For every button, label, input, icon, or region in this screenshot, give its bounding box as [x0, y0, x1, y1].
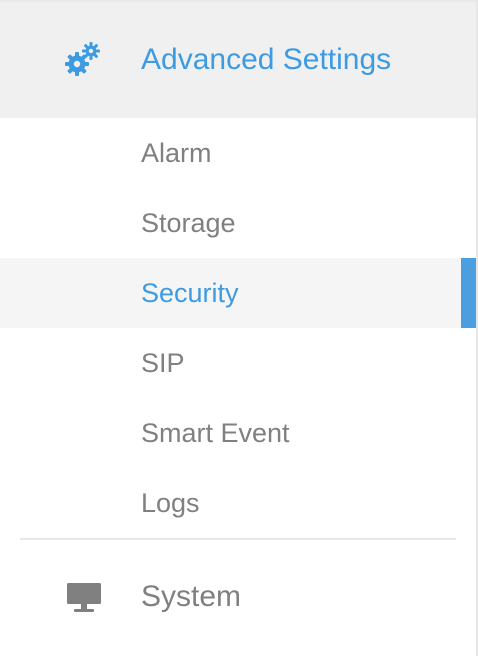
- submenu-item-logs[interactable]: Logs: [0, 468, 476, 538]
- nav-section-advanced-settings[interactable]: Advanced Settings: [0, 2, 476, 118]
- submenu-item-label: Smart Event: [141, 418, 290, 448]
- submenu-item-label: Alarm: [141, 138, 212, 168]
- active-indicator: [461, 258, 476, 328]
- submenu-item-label: Logs: [141, 488, 200, 518]
- submenu-item-security[interactable]: Security: [0, 258, 476, 328]
- nav-section-label: System: [141, 580, 242, 613]
- nav-section-system[interactable]: System: [0, 540, 476, 656]
- submenu-item-storage[interactable]: Storage: [0, 188, 476, 258]
- settings-sidebar: Advanced Settings Alarm Storage Security…: [0, 0, 478, 656]
- submenu-item-alarm[interactable]: Alarm: [0, 118, 476, 188]
- gears-icon: [62, 40, 102, 80]
- submenu-item-label: Storage: [141, 208, 236, 238]
- submenu-item-label: Security: [141, 278, 239, 308]
- nav-section-label: Advanced Settings: [141, 43, 392, 76]
- monitor-icon: [66, 582, 102, 614]
- submenu-item-smart-event[interactable]: Smart Event: [0, 398, 476, 468]
- submenu-item-sip[interactable]: SIP: [0, 328, 476, 398]
- submenu-item-label: SIP: [141, 348, 185, 378]
- advanced-settings-submenu: Alarm Storage Security SIP Smart Event L…: [0, 118, 476, 538]
